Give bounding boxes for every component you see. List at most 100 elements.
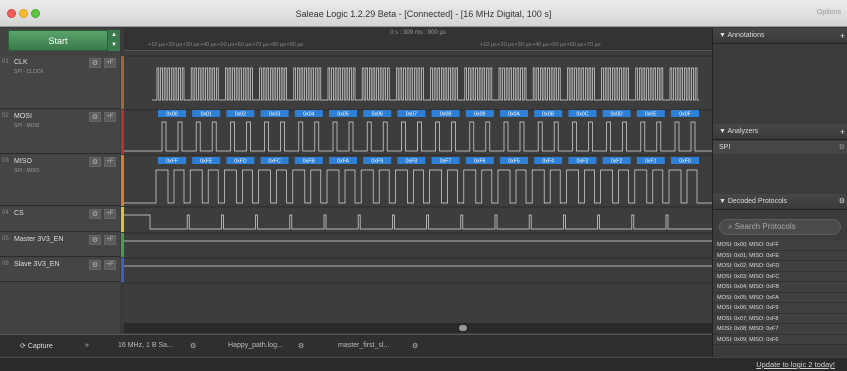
mosi-decode-label: 0x01	[201, 112, 212, 118]
channel-row[interactable]: 06 Slave 3V3_EN ⚙ +F	[0, 258, 120, 282]
clk-burst	[323, 67, 358, 101]
gear-icon[interactable]: ⚙	[839, 141, 845, 154]
miso-decode-label: 0xFD	[234, 159, 247, 165]
ruler-tick: +50 µs	[549, 42, 566, 48]
decoded-row[interactable]: MOSI: 0x04; MISO: 0xFB	[713, 282, 847, 293]
decoded-row[interactable]: MOSI: 0x00; MISO: 0xFF	[713, 240, 847, 251]
sample-rate-label[interactable]: 16 MHz, 1 B Sa...	[118, 342, 173, 349]
ruler-tick: +20 µs	[165, 42, 183, 48]
mosi-decode-label: 0x00	[166, 112, 177, 118]
miso-decode-label: 0xF5	[508, 159, 520, 165]
decoded-list: MOSI: 0x00; MISO: 0xFF MOSI: 0x01; MISO: …	[713, 240, 847, 345]
update-bar: Update to logic 2 today!	[0, 357, 847, 371]
gear-icon[interactable]: ⚙	[190, 342, 196, 350]
clk-burst	[630, 67, 665, 101]
decoded-protocols-title: Decoded Protocols	[727, 198, 788, 205]
gear-icon[interactable]: ⚙	[298, 342, 304, 350]
clk-burst	[425, 67, 460, 101]
start-button[interactable]: Start	[8, 30, 108, 51]
clk-burst	[152, 67, 187, 101]
analyzers-header[interactable]: ▼ Analyzers +	[713, 124, 847, 140]
session-tab-1[interactable]: Happy_path.log...	[228, 342, 283, 349]
channel-number: 01	[2, 59, 9, 65]
decoded-protocols-header[interactable]: ▼ Decoded Protocols ⚙	[713, 194, 847, 210]
mosi-decode-label: 0x0D	[611, 112, 623, 118]
gear-icon[interactable]: ⚙	[89, 209, 101, 219]
analyzer-label: SPI	[719, 144, 731, 151]
trigger-icon[interactable]: +F	[104, 112, 116, 122]
search-protocols-input[interactable]: ⌕ Search Protocols	[719, 219, 841, 235]
trigger-icon[interactable]: +F	[104, 235, 116, 245]
decoded-row[interactable]: MOSI: 0x08; MISO: 0xF7	[713, 324, 847, 335]
analyzer-spi[interactable]: SPI ⚙	[713, 141, 847, 154]
channel-number: 05	[2, 236, 9, 242]
update-link[interactable]: Update to logic 2 today!	[756, 360, 835, 369]
clk-burst	[459, 67, 494, 101]
miso-decode-label: 0xFA	[337, 159, 349, 165]
trigger-icon[interactable]: +F	[104, 157, 116, 167]
decoded-row[interactable]: MOSI: 0x02; MISO: 0xFD	[713, 261, 847, 272]
gear-icon[interactable]: ⚙	[89, 112, 101, 122]
horizontal-scrollbar[interactable]	[124, 323, 712, 333]
channel-name[interactable]: MISO	[14, 158, 32, 165]
session-tab-2[interactable]: master_first_sl...	[338, 342, 389, 349]
decoded-row[interactable]: MOSI: 0x09; MISO: 0xF6	[713, 334, 847, 345]
waveform-area[interactable]: 0x00 0x01 0x02 0x03 0x04 0x05 0x06 0x07 0x08 0x09…	[124, 28, 712, 334]
decoded-row[interactable]: MOSI: 0x01; MISO: 0xFE	[713, 250, 847, 261]
mosi-decode-label: 0x04	[303, 112, 314, 118]
chevron-right-icon[interactable]: »	[85, 342, 89, 349]
ruler-tick: +10 µs	[148, 42, 165, 48]
mosi-decode-label: 0x03	[269, 112, 280, 118]
channel-name[interactable]: Master 3V3_EN	[14, 236, 63, 243]
trigger-icon[interactable]: +F	[104, 209, 116, 219]
start-options-arrow[interactable]: ▲ ▼	[108, 30, 120, 51]
ruler-tick: +30 µs	[182, 42, 200, 48]
annotations-header[interactable]: ▼ Annotations +	[713, 28, 847, 44]
channel-row[interactable]: 03 MISO SPI - MISO ⚙ +F	[0, 155, 120, 206]
add-analyzer-button[interactable]: +	[840, 124, 845, 140]
channel-name[interactable]: MOSI	[14, 113, 32, 120]
miso-decode-label: 0xF7	[440, 159, 452, 165]
channel-row[interactable]: 02 MOSI SPI - MOSI ⚙ +F	[0, 110, 120, 154]
gear-icon[interactable]: ⚙	[89, 157, 101, 167]
channel-subtitle: SPI - MISO	[14, 168, 40, 174]
decoded-row[interactable]: MOSI: 0x03; MISO: 0xFC	[713, 271, 847, 282]
search-placeholder: Search Protocols	[734, 222, 796, 231]
window-title: Saleae Logic 1.2.29 Beta - [Connected] -…	[295, 9, 552, 19]
options-button[interactable]: Options	[817, 9, 841, 16]
scroll-thumb[interactable]	[459, 325, 467, 331]
channel-name[interactable]: Slave 3V3_EN	[14, 261, 60, 268]
decoded-row[interactable]: MOSI: 0x07; MISO: 0xF8	[713, 313, 847, 324]
add-annotation-button[interactable]: +	[840, 28, 845, 44]
miso-decode-label: 0xF2	[611, 159, 623, 165]
miso-decode-label: 0xF8	[406, 159, 418, 165]
gear-icon[interactable]: ⚙	[839, 194, 845, 210]
capture-tab[interactable]: ⟳ Capture	[20, 342, 53, 350]
decoded-row[interactable]: MOSI: 0x06; MISO: 0xF9	[713, 303, 847, 314]
channel-color-stripe	[121, 207, 124, 232]
channel-color-stripe	[121, 56, 124, 109]
gear-icon[interactable]: ⚙	[412, 342, 418, 350]
capture-label: Capture	[27, 343, 53, 350]
miso-decode-label: 0xFB	[303, 159, 316, 165]
channel-number: 02	[2, 113, 9, 119]
miso-decode-label: 0xF9	[371, 159, 383, 165]
trigger-icon[interactable]: +F	[104, 58, 116, 68]
channel-color-stripe	[121, 155, 124, 206]
channel-subtitle: SPI - CLOCK	[14, 69, 44, 75]
gear-icon[interactable]: ⚙	[89, 235, 101, 245]
channel-row[interactable]: 04 CS ⚙ +F	[0, 207, 120, 232]
clk-burst	[186, 67, 221, 101]
trigger-icon[interactable]: +F	[104, 260, 116, 270]
channel-row[interactable]: 05 Master 3V3_EN ⚙ +F	[0, 233, 120, 257]
channel-number: 03	[2, 158, 9, 164]
decoded-row[interactable]: MOSI: 0x05; MISO: 0xFA	[713, 292, 847, 303]
channel-name[interactable]: CLK	[14, 59, 28, 66]
gear-icon[interactable]: ⚙	[89, 58, 101, 68]
channel-color-stripe	[121, 258, 124, 282]
channel-name[interactable]: CS	[14, 210, 24, 217]
gear-icon[interactable]: ⚙	[89, 260, 101, 270]
mosi-decode-label: 0x0B	[542, 112, 554, 118]
channel-row[interactable]: 01 CLK SPI - CLOCK ⚙ +F	[0, 56, 120, 109]
time-ruler[interactable]: 0 s : 309 ms : 900 µs +10 µs +20 µs +30 µs…	[124, 28, 712, 51]
